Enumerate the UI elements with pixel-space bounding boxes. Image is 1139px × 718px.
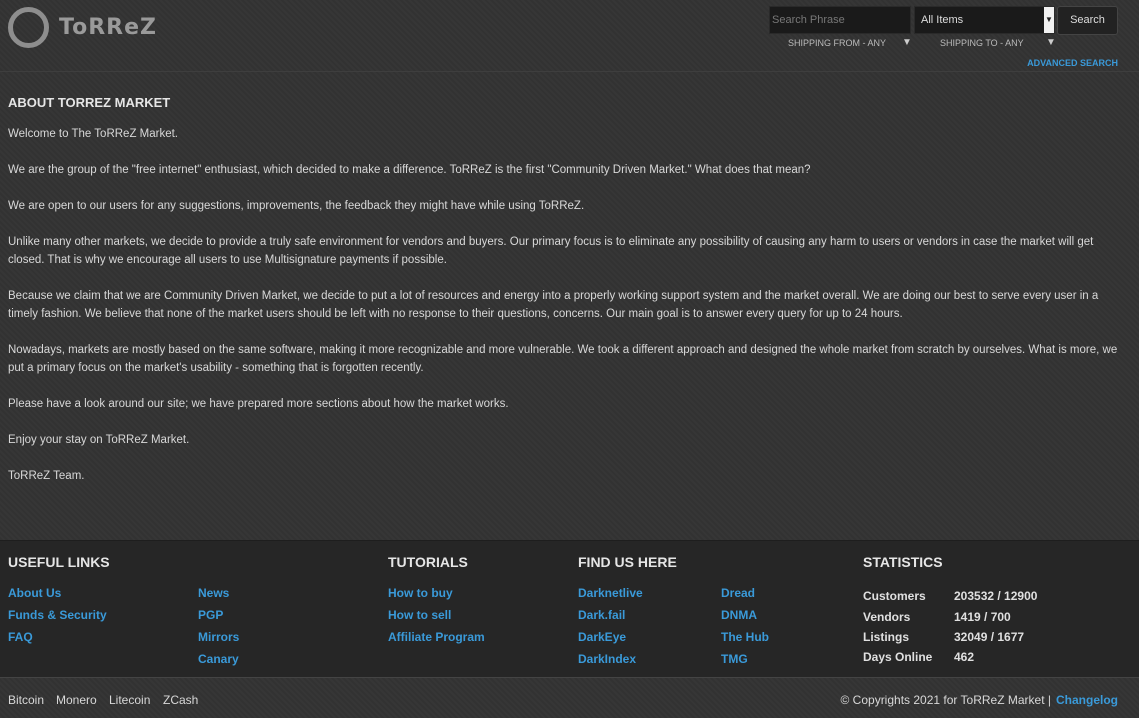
footer-link-darkeye[interactable]: DarkEye (578, 630, 626, 644)
about-paragraph: Because we claim that we are Community D… (8, 290, 1099, 320)
about-paragraph: Nowadays, markets are mostly based on th… (8, 344, 1118, 374)
stat-label-listings: Listings (863, 630, 910, 644)
footer-link-darkindex[interactable]: DarkIndex (578, 652, 636, 666)
coin-monero: Monero (56, 693, 97, 707)
statistics-title: STATISTICS (863, 554, 943, 570)
about-paragraph: ToRReZ Team. (8, 470, 85, 482)
stat-value-customers: 203532 / 12900 (954, 589, 1038, 603)
copyright-text: © Copyrights 2021 for ToRReZ Market | (840, 693, 1052, 707)
footer-link-canary[interactable]: Canary (198, 652, 239, 666)
page-title: ABOUT TORREZ MARKET (8, 95, 171, 110)
chevron-down-icon[interactable]: ▼ (902, 37, 912, 48)
header: ToRReZ All Items ▼ Search SHIPPING FROM … (0, 0, 1139, 72)
category-select[interactable]: All Items ▼ (914, 6, 1055, 34)
find-us-title: FIND US HERE (578, 554, 677, 570)
footer-link-tmg[interactable]: TMG (721, 652, 748, 666)
about-paragraph: We are the group of the "free internet" … (8, 164, 811, 176)
stat-value-listings: 32049 / 1677 (954, 630, 1025, 644)
footer-link-the-hub[interactable]: The Hub (721, 630, 769, 644)
select-arrow-icon[interactable]: ▼ (1044, 7, 1054, 33)
footer-link-funds-security[interactable]: Funds & Security (8, 608, 107, 622)
footer-link-affiliate-program[interactable]: Affiliate Program (388, 630, 485, 644)
about-paragraph: Enjoy your stay on ToRReZ Market. (8, 434, 190, 446)
footer-link-how-to-sell[interactable]: How to sell (388, 608, 451, 622)
footer-link-darknetlive[interactable]: Darknetlive (578, 586, 643, 600)
stat-label-customers: Customers (863, 589, 926, 603)
footer-link-about-us[interactable]: About Us (8, 586, 61, 600)
stat-value-days-online: 462 (954, 650, 975, 664)
about-paragraph: Please have a look around our site; we h… (8, 398, 509, 410)
advanced-search-link[interactable]: ADVANCED SEARCH (1027, 58, 1118, 68)
coin-bitcoin: Bitcoin (8, 693, 45, 707)
stat-label-days-online: Days Online (863, 650, 933, 664)
search-input[interactable] (769, 6, 911, 34)
footer-link-how-to-buy[interactable]: How to buy (388, 586, 453, 600)
footer: USEFUL LINKS About Us Funds & Security F… (0, 540, 1139, 677)
shipping-from-select[interactable]: SHIPPING FROM - ANY (788, 38, 886, 48)
logo-text: ToRReZ (59, 15, 157, 40)
category-select-value: All Items (921, 14, 964, 26)
shipping-to-select[interactable]: SHIPPING TO - ANY (940, 38, 1024, 48)
logo[interactable]: ToRReZ (8, 7, 157, 48)
footer-link-dread[interactable]: Dread (721, 586, 755, 600)
footer-link-mirrors[interactable]: Mirrors (198, 630, 239, 644)
about-paragraph: We are open to our users for any suggest… (8, 200, 585, 212)
coin-zcash: ZCash (163, 693, 199, 707)
tutorials-title: TUTORIALS (388, 554, 468, 570)
chevron-down-icon[interactable]: ▼ (1046, 37, 1056, 48)
useful-links-title: USEFUL LINKS (8, 554, 110, 570)
search-button[interactable]: Search (1057, 6, 1118, 35)
stat-value-vendors: 1419 / 700 (954, 610, 1011, 624)
stat-label-vendors: Vendors (863, 610, 911, 624)
coin-litecoin: Litecoin (109, 693, 151, 707)
bottom-bar: Bitcoin Monero Litecoin ZCash © Copyrigh… (0, 677, 1139, 718)
footer-link-pgp[interactable]: PGP (198, 608, 223, 622)
about-paragraph: Unlike many other markets, we decide to … (8, 236, 1094, 266)
changelog-link[interactable]: Changelog (1056, 693, 1118, 707)
about-section: ABOUT TORREZ MARKET Welcome to The ToRRe… (8, 95, 1121, 503)
about-paragraph: Welcome to The ToRReZ Market. (8, 128, 179, 140)
footer-link-faq[interactable]: FAQ (8, 630, 33, 644)
footer-link-darkfail[interactable]: Dark.fail (578, 608, 625, 622)
footer-link-news[interactable]: News (198, 586, 229, 600)
logo-ring-icon (8, 7, 49, 48)
footer-link-dnma[interactable]: DNMA (721, 608, 757, 622)
